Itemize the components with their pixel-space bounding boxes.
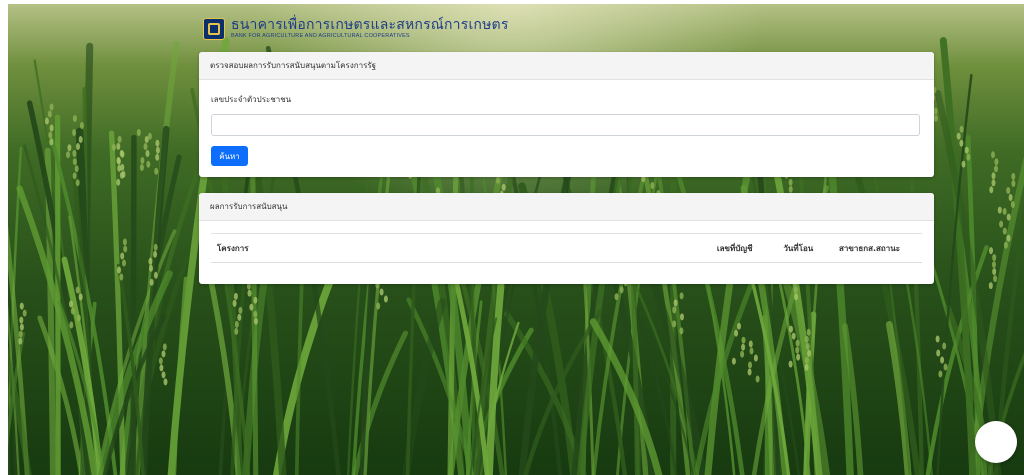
- top-border: [0, 0, 1024, 4]
- left-border: [0, 0, 8, 475]
- result-table: โครงการ เลขที่บัญชี วันที่โอน สาขาธกส. ส…: [211, 233, 922, 263]
- floating-circle-button[interactable]: [975, 421, 1017, 463]
- column-status: สถานะ: [876, 233, 922, 263]
- table-header-row: โครงการ เลขที่บัญชี วันที่โอน สาขาธกส. ส…: [211, 233, 922, 263]
- search-button[interactable]: ค้นหา: [211, 146, 248, 166]
- column-project: โครงการ: [211, 233, 654, 263]
- baac-logo-icon: [203, 18, 225, 40]
- column-transfer-date: วันที่โอน: [752, 233, 814, 263]
- logo-english-name: BANK FOR AGRICULTURE AND AGRICULTURAL CO…: [231, 33, 410, 40]
- search-card-title: ตรวจสอบผลการรับการสนับสนุนตามโครงการรัฐ: [199, 52, 934, 80]
- citizen-id-input[interactable]: [211, 114, 920, 136]
- result-card: ผลการรับการสนับสนุน โครงการ เลขที่บัญชี …: [199, 193, 934, 284]
- search-card: ตรวจสอบผลการรับการสนับสนุนตามโครงการรัฐ …: [199, 52, 934, 177]
- citizen-id-label: เลขประจำตัวประชาชน: [211, 95, 292, 104]
- logo-text: ธนาคารเพื่อการเกษตรและสหกรณ์การเกษตร BAN…: [231, 18, 509, 40]
- column-branch: สาขาธกส.: [813, 233, 877, 263]
- logo-thai-name: ธนาคารเพื่อการเกษตรและสหกรณ์การเกษตร: [231, 17, 509, 34]
- bank-logo[interactable]: ธนาคารเพื่อการเกษตรและสหกรณ์การเกษตร BAN…: [203, 18, 509, 40]
- result-card-title: ผลการรับการสนับสนุน: [199, 193, 934, 221]
- column-account-number: เลขที่บัญชี: [653, 233, 753, 263]
